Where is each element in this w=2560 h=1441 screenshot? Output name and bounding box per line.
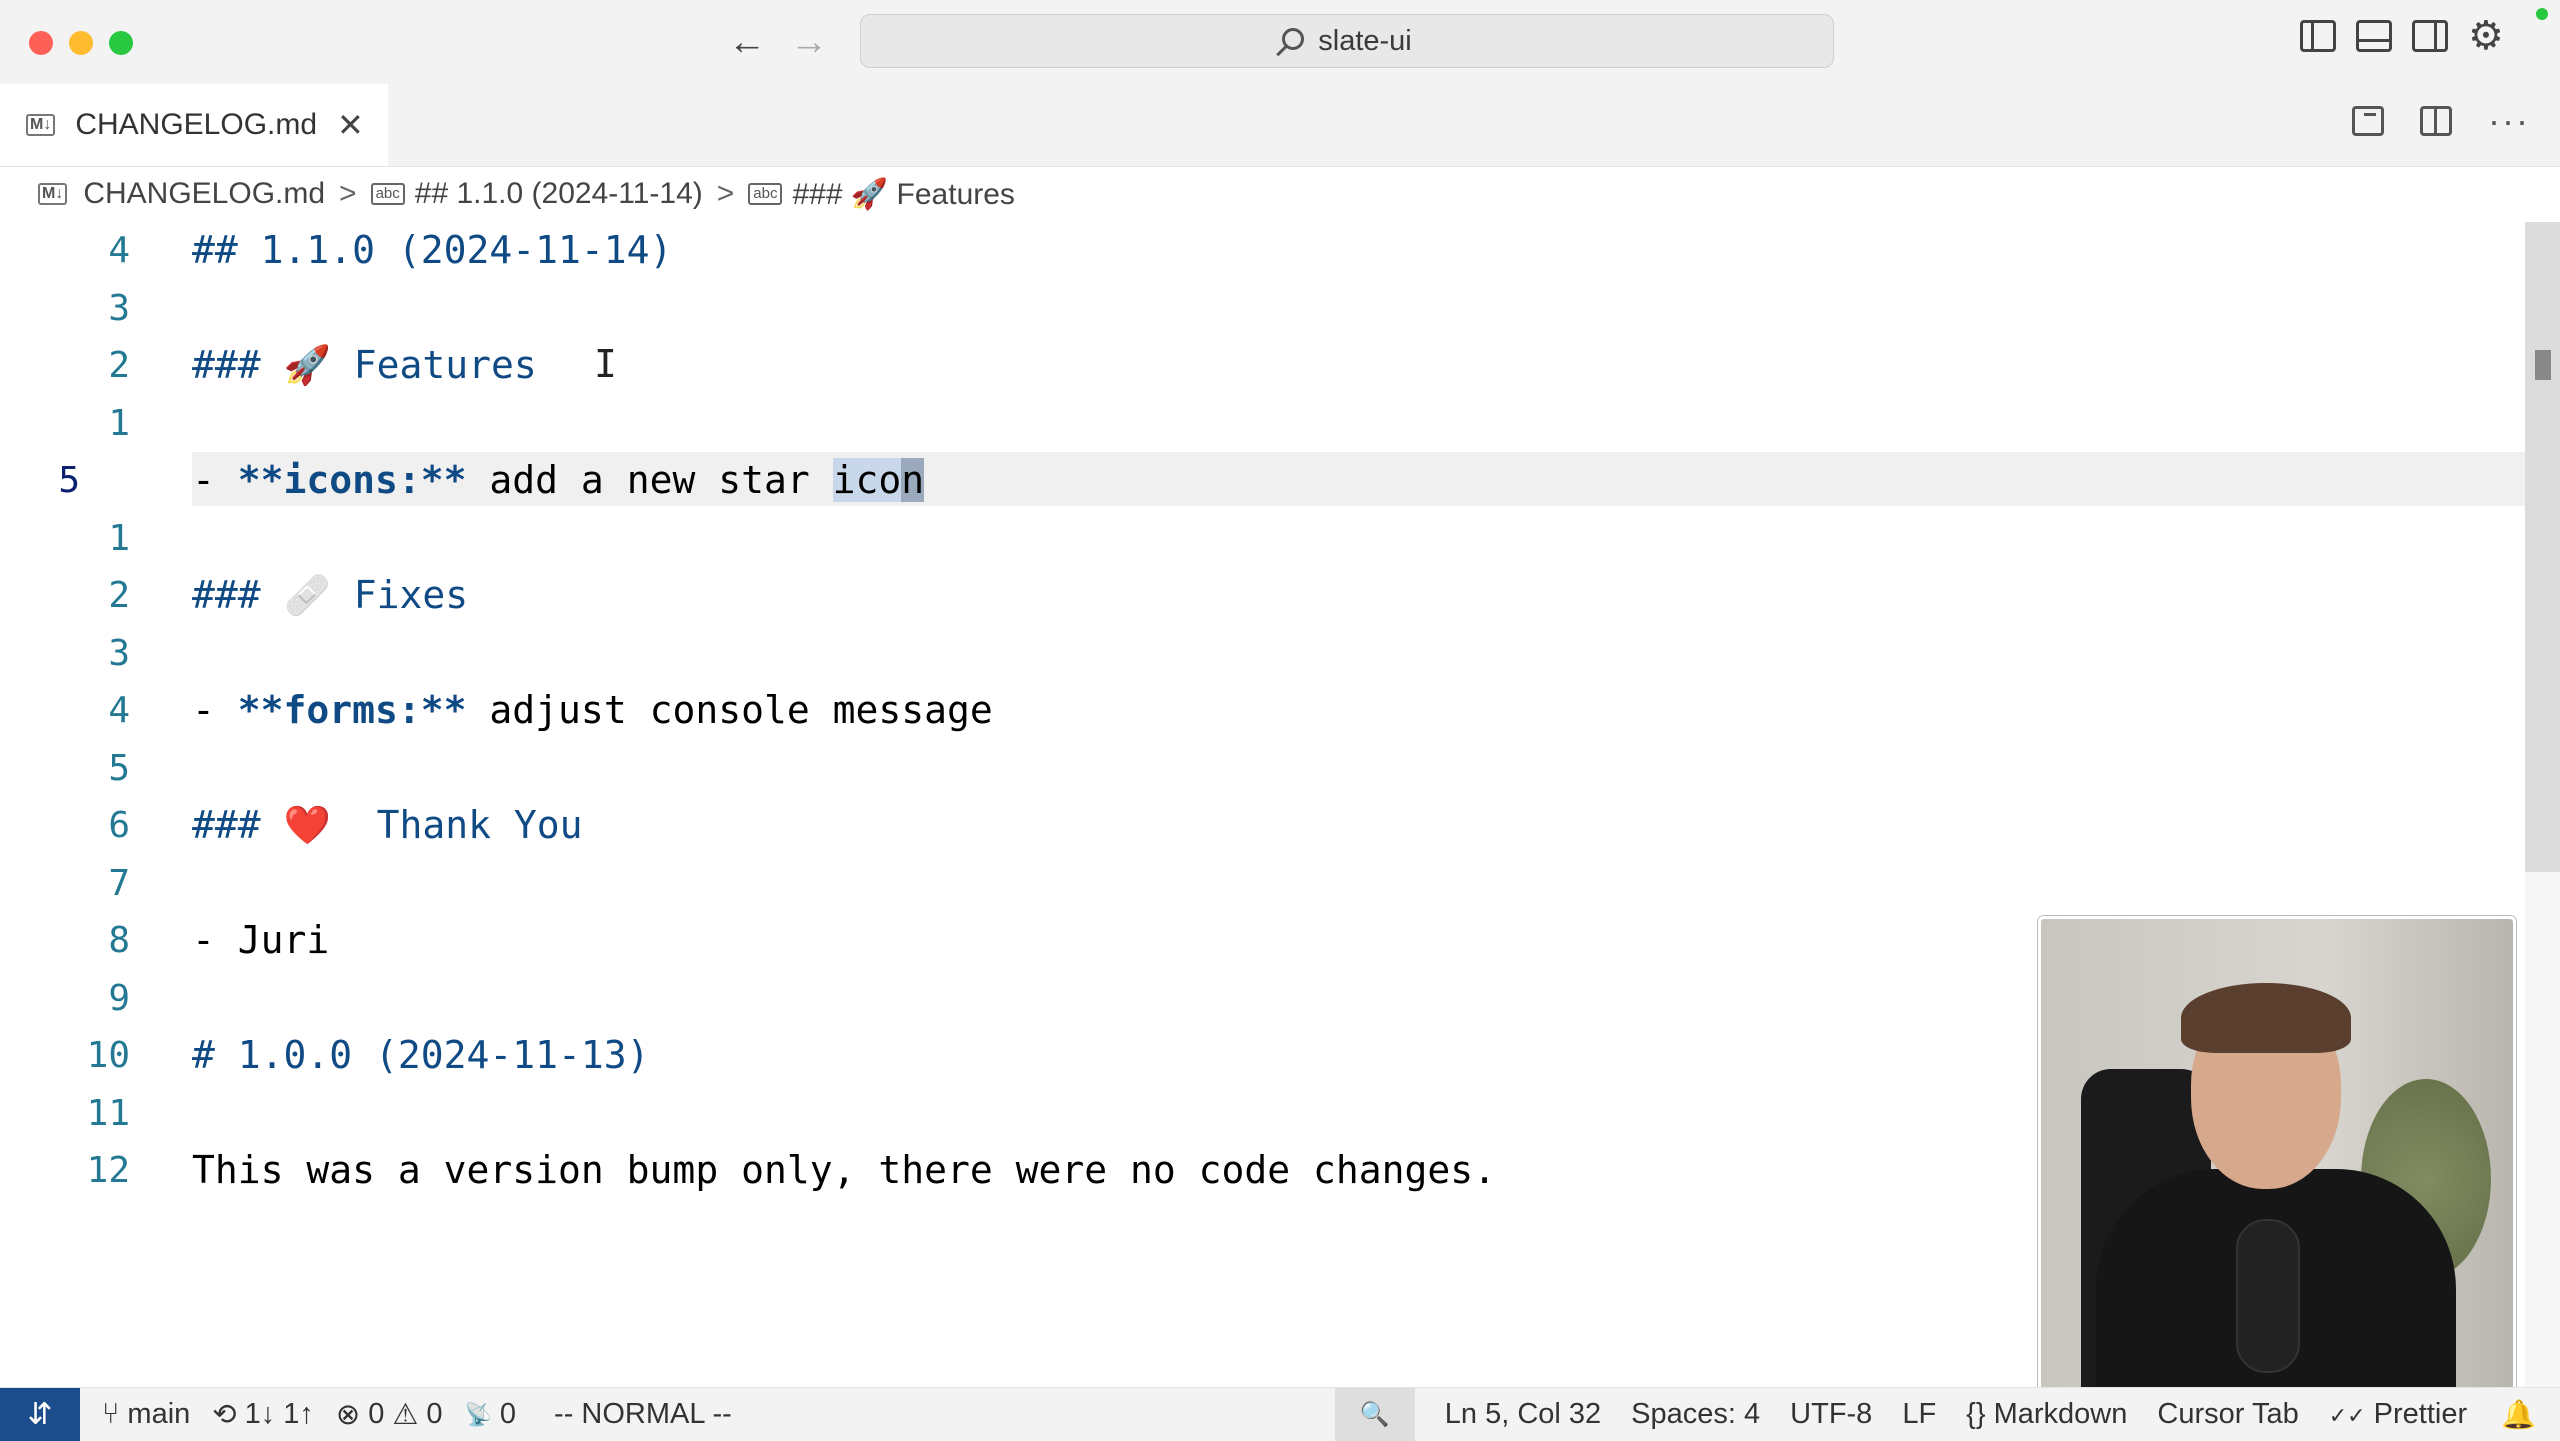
line-number: 5 bbox=[58, 460, 80, 501]
zoom-icon[interactable]: 🔍 bbox=[1334, 1388, 1415, 1441]
line-number: 2 bbox=[108, 345, 130, 386]
line-number: 7 bbox=[108, 862, 130, 904]
microphone-image bbox=[2236, 1219, 2300, 1373]
warning-icon: ⚠ bbox=[392, 1399, 419, 1431]
line-number: 4 bbox=[108, 690, 130, 731]
line-number: 12 bbox=[86, 1150, 130, 1191]
chevron-right-icon: > bbox=[716, 177, 735, 210]
sync-counts: 1↓ 1↑ bbox=[244, 1398, 314, 1430]
end-of-line[interactable]: LF bbox=[1902, 1398, 1936, 1431]
broadcast-icon: 📡 bbox=[464, 1401, 492, 1427]
code-line[interactable]: This was a version bump only, there were… bbox=[192, 1142, 1496, 1200]
branch-indicator[interactable]: ⑂ main bbox=[102, 1398, 190, 1431]
encoding[interactable]: UTF-8 bbox=[1790, 1398, 1872, 1431]
branch-name: main bbox=[127, 1398, 191, 1430]
line-number: 4 bbox=[108, 230, 130, 271]
toggle-secondary-sidebar-icon[interactable] bbox=[2412, 20, 2448, 52]
search-icon bbox=[1282, 28, 1305, 50]
line-number: 2 bbox=[108, 575, 130, 616]
error-icon: ⊗ bbox=[335, 1399, 361, 1431]
sync-icon: ⟲ bbox=[212, 1399, 237, 1431]
forward-arrow-icon[interactable]: → bbox=[789, 22, 829, 62]
code-line[interactable]: - **icons:** add a new star icon bbox=[192, 452, 925, 510]
tab-label: CHANGELOG.md bbox=[75, 108, 318, 141]
braces-icon: {} bbox=[1966, 1398, 1986, 1430]
notifications-bell-icon[interactable]: 🔔 bbox=[2501, 1398, 2536, 1431]
problems-indicator[interactable]: ⊗ 0 ⚠ 0 bbox=[336, 1397, 443, 1432]
line-number: 3 bbox=[108, 632, 130, 674]
warning-count: 0 bbox=[426, 1398, 443, 1430]
more-actions-icon[interactable]: ··· bbox=[2488, 103, 2530, 139]
code-line[interactable]: ### 🚀 Features bbox=[192, 337, 537, 395]
line-number: 3 bbox=[108, 287, 130, 329]
prettier-status[interactable]: ✓✓ Prettier bbox=[2329, 1398, 2467, 1431]
cursor-tab[interactable]: Cursor Tab bbox=[2157, 1398, 2298, 1431]
code-line[interactable]: - Juri bbox=[192, 912, 329, 970]
window-close-button[interactable] bbox=[29, 31, 53, 55]
scrollbar-cursor-marker bbox=[2535, 350, 2551, 380]
prettier-label: Prettier bbox=[2373, 1398, 2468, 1430]
git-branch-icon: ⑂ bbox=[102, 1398, 120, 1430]
title-bar: ← → slate-ui ⚙ bbox=[0, 0, 2560, 85]
vim-mode: -- NORMAL -- bbox=[554, 1398, 732, 1430]
toggle-primary-sidebar-icon[interactable] bbox=[2300, 20, 2336, 52]
language-mode[interactable]: {} Markdown bbox=[1966, 1398, 2127, 1431]
symbol-string-icon: abc bbox=[370, 183, 405, 205]
status-bar: ⇵ ⑂ main ⟲ 1↓ 1↑ ⊗ 0 ⚠ 0 📡 0 -- NORMAL -… bbox=[0, 1387, 2560, 1441]
ports-indicator[interactable]: 📡 0 bbox=[465, 1398, 517, 1431]
ports-count: 0 bbox=[499, 1398, 517, 1430]
webcam-overlay bbox=[2038, 916, 2516, 1402]
line-number: 10 bbox=[86, 1035, 130, 1076]
indentation[interactable]: Spaces: 4 bbox=[1631, 1398, 1760, 1431]
line-number: 5 bbox=[108, 747, 130, 789]
breadcrumb: M↓ CHANGELOG.md > abc ## 1.1.0 (2024-11-… bbox=[38, 172, 1015, 216]
window-minimize-button[interactable] bbox=[69, 31, 93, 55]
breadcrumb-item-file[interactable]: CHANGELOG.md bbox=[83, 177, 325, 211]
code-line[interactable]: - **forms:** adjust console message bbox=[192, 682, 993, 740]
person-hair-image bbox=[2181, 983, 2351, 1053]
line-number: 1 bbox=[108, 517, 130, 559]
breadcrumb-item-section[interactable]: ## 1.1.0 (2024-11-14) bbox=[415, 177, 703, 211]
markdown-file-icon: M↓ bbox=[26, 114, 56, 136]
update-indicator bbox=[2536, 8, 2548, 20]
code-line[interactable]: # 1.0.0 (2024-11-13) bbox=[192, 1027, 650, 1085]
language-label: Markdown bbox=[1993, 1398, 2128, 1430]
line-number: 9 bbox=[108, 977, 130, 1019]
split-editor-icon[interactable] bbox=[2420, 106, 2453, 136]
tab-bar: M↓ CHANGELOG.md ✕ ··· bbox=[0, 84, 2560, 167]
back-arrow-icon[interactable]: ← bbox=[727, 22, 767, 62]
line-number: 1 bbox=[108, 402, 130, 444]
mouse-ibeam-cursor-icon: I bbox=[594, 342, 617, 386]
code-line[interactable]: ### 🩹 Fixes bbox=[192, 567, 468, 625]
sync-indicator[interactable]: ⟲ 1↓ 1↑ bbox=[212, 1397, 314, 1432]
error-count: 0 bbox=[368, 1398, 385, 1430]
tab-changelog[interactable]: M↓ CHANGELOG.md ✕ bbox=[0, 84, 388, 166]
tab-close-icon[interactable]: ✕ bbox=[337, 106, 364, 144]
line-number: 8 bbox=[108, 920, 130, 961]
double-check-icon: ✓✓ bbox=[2328, 1403, 2366, 1428]
line-number: 11 bbox=[86, 1092, 130, 1134]
chevron-right-icon: > bbox=[339, 177, 357, 210]
code-line[interactable]: ## 1.1.0 (2024-11-14) bbox=[192, 222, 672, 280]
line-number: 6 bbox=[108, 805, 130, 846]
breadcrumb-item-subsection[interactable]: ### 🚀 Features bbox=[792, 177, 1014, 212]
editor-scrollbar[interactable] bbox=[2525, 222, 2560, 872]
markdown-file-icon: M↓ bbox=[38, 183, 68, 205]
code-line[interactable]: ### ❤️ Thank You bbox=[192, 797, 582, 855]
open-preview-icon[interactable] bbox=[2352, 106, 2385, 136]
toggle-panel-icon[interactable] bbox=[2356, 20, 2392, 52]
settings-gear-icon[interactable]: ⚙ bbox=[2468, 16, 2504, 56]
window-title: slate-ui bbox=[1318, 24, 1412, 57]
command-center-search[interactable]: slate-ui bbox=[860, 14, 1834, 68]
symbol-string-icon: abc bbox=[748, 183, 783, 205]
cursor-position[interactable]: Ln 5, Col 32 bbox=[1445, 1398, 1601, 1431]
remote-indicator-icon[interactable]: ⇵ bbox=[0, 1388, 80, 1441]
window-maximize-button[interactable] bbox=[109, 31, 133, 55]
